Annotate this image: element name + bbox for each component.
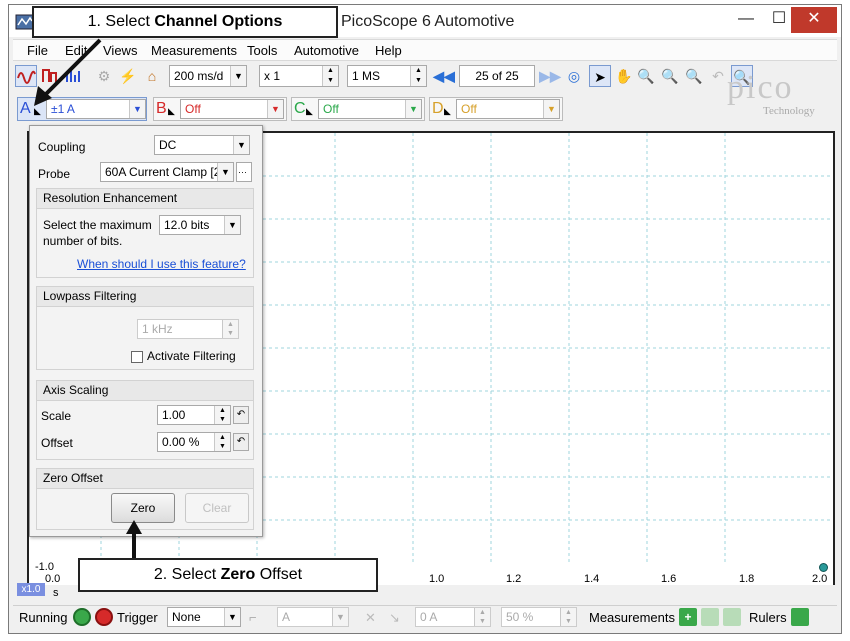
arrow-step-1-line — [42, 38, 102, 98]
callout-step-2-bold: Zero — [220, 566, 256, 583]
callout-step-2: 2. Select Zero Offset — [78, 558, 378, 592]
callout-step-2-text: 2. Select — [153, 566, 221, 583]
callout-arrows — [34, 38, 142, 560]
callout-step-2-suffix: Offset — [255, 566, 303, 583]
arrow-step-2-head — [126, 520, 142, 534]
